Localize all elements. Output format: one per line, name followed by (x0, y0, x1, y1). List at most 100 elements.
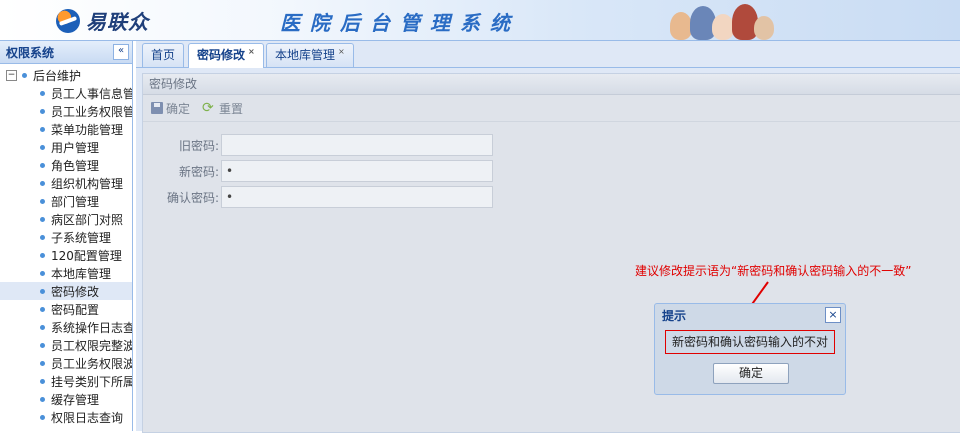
sidebar-item[interactable]: 病区部门对照 (0, 210, 132, 228)
sidebar: 权限系统 « − 后台维护 员工人事信息管 员工业务权限管 菜单功能管理 用户管理角色… (0, 41, 133, 431)
node-dot-icon (40, 180, 45, 186)
node-dot-icon (40, 126, 45, 132)
sidebar-item-label: 权限日志查询 (51, 410, 124, 425)
old-password-row: 旧密码: (143, 134, 493, 156)
sidebar-item[interactable]: 权限日志查询 (0, 408, 132, 426)
confirm-password-field[interactable]: • (221, 186, 493, 208)
node-dot-icon (40, 144, 45, 150)
sidebar-item[interactable]: 子系统管理 (0, 228, 132, 246)
node-dot-icon (40, 234, 45, 240)
sidebar-item-label: 部门管理 (51, 194, 100, 209)
old-password-label: 旧密码: (178, 138, 219, 153)
sidebar-item[interactable]: 员工权限完整波 (0, 336, 132, 354)
sidebar-item[interactable]: 部门管理 (0, 192, 132, 210)
node-dot-icon (40, 306, 45, 312)
logo-text: 易联众 (86, 10, 149, 34)
sidebar-item[interactable]: 120配置管理 (0, 246, 132, 264)
sidebar-item-label: 系统操作日志查 (51, 320, 133, 335)
new-password-row: 新密码: • (143, 160, 493, 182)
sidebar-item-label: 用户管理 (51, 140, 100, 155)
dialog-title: 提示 (662, 308, 687, 323)
system-title: 医院后台管理系统 (280, 11, 520, 35)
sidebar-header: 权限系统 « (0, 41, 132, 64)
sidebar-item[interactable]: 挂号类别下所属 (0, 372, 132, 390)
close-icon[interactable]: × (248, 47, 255, 56)
node-dot-icon (40, 324, 45, 330)
node-dot-icon (40, 360, 45, 366)
tab-label: 首页 (151, 48, 176, 62)
old-password-field[interactable] (221, 134, 493, 156)
sidebar-item[interactable]: 员工业务权限波 (0, 354, 132, 372)
sidebar-item-label: 挂号类别下所属 (51, 374, 133, 389)
sidebar-item-label: 员工人事信息管 (51, 86, 133, 101)
node-dot-icon (40, 378, 45, 384)
dialog-header: 提示 × (655, 304, 845, 326)
node-dot-icon (40, 90, 45, 96)
banner-people-image (660, 0, 780, 40)
sidebar-title: 权限系统 (6, 45, 55, 60)
tree-root-label: 后台维护 (33, 68, 82, 83)
node-dot-icon (40, 198, 45, 204)
sidebar-item-label: 员工权限完整波 (51, 338, 133, 353)
node-dot-icon (40, 288, 45, 294)
sidebar-item[interactable]: 菜单功能管理 (0, 120, 132, 138)
reset-button[interactable]: ⟳ 重置 (202, 100, 243, 117)
tab-label: 密码修改 (197, 48, 246, 62)
sidebar-item[interactable]: 员工人事信息管 (0, 84, 132, 102)
sidebar-item[interactable]: 缓存管理 (0, 390, 132, 408)
alert-dialog: 提示 × 新密码和确认密码输入的不对 确定 (654, 303, 846, 395)
confirm-label: 确定 (166, 101, 191, 116)
sidebar-item[interactable]: 员工业务权限管 (0, 102, 132, 120)
logo-mark-icon (56, 8, 80, 33)
sidebar-item-label: 密码修改 (51, 284, 100, 299)
sidebar-item-label: 角色管理 (51, 158, 100, 173)
sidebar-item-label: 员工业务权限管 (51, 104, 133, 119)
confirm-password-row: 确认密码: • (143, 186, 493, 208)
new-password-label: 新密码: (178, 164, 219, 179)
menu-tree: − 后台维护 员工人事信息管 员工业务权限管 菜单功能管理 用户管理角色管理组织机构管… (0, 64, 132, 426)
sidebar-item-label: 密码配置 (51, 302, 100, 317)
close-icon[interactable]: × (338, 47, 345, 56)
sidebar-item[interactable]: 密码配置 (0, 300, 132, 318)
refresh-icon: ⟳ (202, 100, 214, 116)
tab-bar: 首页 密码修改 × 本地库管理 × (136, 41, 960, 68)
tree-root-node[interactable]: − 后台维护 (0, 66, 132, 84)
confirm-password-label: 确认密码: (166, 190, 219, 205)
brand-logo: 易联众 (56, 6, 149, 35)
node-dot-icon (40, 270, 45, 276)
node-dot-icon (40, 396, 45, 402)
node-dot-icon (40, 216, 45, 222)
sidebar-item[interactable]: 组织机构管理 (0, 174, 132, 192)
review-annotation: 建议修改提示语为“新密码和确认密码输入的不一致” (635, 264, 912, 278)
node-dot-icon (40, 108, 45, 114)
dialog-ok-button[interactable]: 确定 (713, 363, 789, 384)
node-dot-icon (40, 252, 45, 258)
tree-expander-icon[interactable]: − (6, 69, 17, 81)
sidebar-item-label: 子系统管理 (51, 230, 112, 245)
save-icon (151, 102, 163, 114)
tab-home[interactable]: 首页 (142, 43, 185, 67)
sidebar-item-label: 组织机构管理 (51, 176, 124, 191)
sidebar-item[interactable]: 系统操作日志查 (0, 318, 132, 336)
panel-toolbar: 确定 ⟳ 重置 (143, 95, 960, 122)
sidebar-item-label: 菜单功能管理 (51, 122, 124, 137)
sidebar-item[interactable]: 角色管理 (0, 156, 132, 174)
sidebar-item[interactable]: 密码修改 (0, 282, 132, 300)
tab-local-db[interactable]: 本地库管理 × (266, 43, 354, 67)
sidebar-item-label: 缓存管理 (51, 392, 100, 407)
confirm-button[interactable]: 确定 (151, 100, 190, 117)
panel-title: 密码修改 (143, 74, 960, 95)
tab-password-change[interactable]: 密码修改 × (188, 43, 264, 68)
node-dot-icon (40, 342, 45, 348)
collapse-sidebar-button[interactable]: « (113, 44, 129, 60)
close-icon[interactable]: × (825, 307, 841, 323)
sidebar-item-label: 120配置管理 (51, 248, 122, 263)
node-dot-icon (22, 72, 27, 78)
sidebar-item[interactable]: 本地库管理 (0, 264, 132, 282)
dialog-message: 新密码和确认密码输入的不对 (665, 330, 835, 354)
app-header: 易联众 医院后台管理系统 (0, 0, 960, 41)
new-password-field[interactable]: • (221, 160, 493, 182)
sidebar-item-label: 病区部门对照 (51, 212, 124, 227)
node-dot-icon (40, 414, 45, 420)
sidebar-item[interactable]: 用户管理 (0, 138, 132, 156)
